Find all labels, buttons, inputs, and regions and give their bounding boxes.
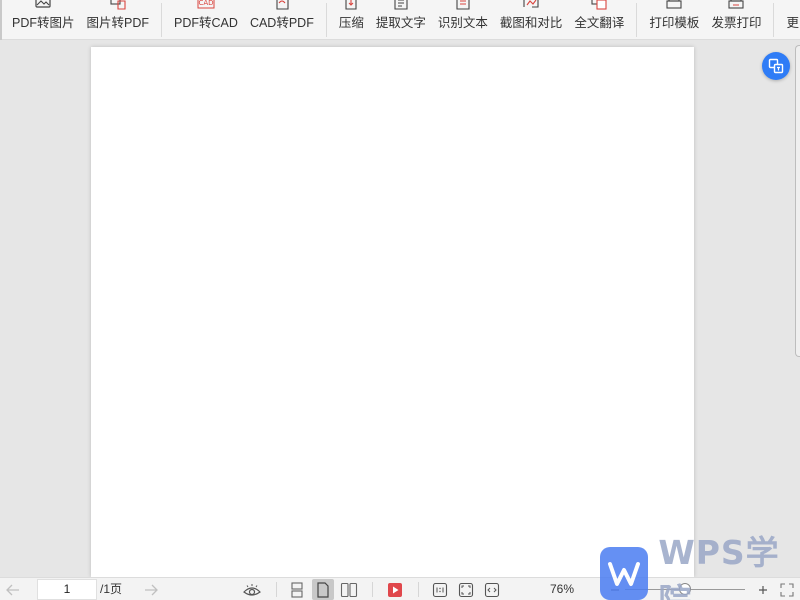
- compress-icon: [345, 0, 357, 10]
- wps-logo-icon: [600, 547, 649, 600]
- side-panel-handle[interactable]: [795, 45, 800, 357]
- image-to-pdf-button[interactable]: 图片转PDF: [81, 0, 156, 39]
- float-assistant-button[interactable]: [762, 52, 790, 80]
- eye-protection-button[interactable]: [242, 578, 262, 600]
- toolbar: PDF转图片 图片转PDF CAD PDF转CAD CAD转PDF 压缩 提取文字 识别文本截…: [0, 0, 800, 40]
- page-total: /1页: [100, 582, 123, 596]
- translate-float-icon: [768, 58, 784, 74]
- toolbar-button-label: PDF转CAD: [174, 16, 238, 30]
- prev-page-button[interactable]: [4, 578, 22, 600]
- eye-icon: [243, 583, 261, 596]
- play-button[interactable]: [385, 578, 405, 600]
- status-separator: [276, 582, 277, 597]
- actual-size-icon: [432, 582, 448, 597]
- toolbar-group: CAD PDF转CAD CAD转PDF: [162, 0, 326, 39]
- pdf-to-image-button[interactable]: PDF转图片: [6, 0, 81, 39]
- actual-size-button[interactable]: [430, 578, 450, 600]
- compress-button[interactable]: 压缩: [333, 0, 370, 39]
- arrow-right-icon: [145, 584, 158, 595]
- extract-text-icon: [394, 0, 408, 10]
- single-page-view-button[interactable]: [312, 579, 334, 600]
- play-icon: [388, 582, 402, 597]
- extract-text-button[interactable]: 提取文字: [370, 0, 432, 39]
- more-apps-button[interactable]: 更多应用: [780, 0, 800, 39]
- invoice-print-icon: [728, 0, 744, 9]
- wps-academy-watermark: WPS学院: [600, 533, 800, 600]
- toolbar-group: 更多应用: [774, 0, 800, 39]
- svg-text:CAD: CAD: [198, 0, 213, 7]
- toolbar-button-label: 提取文字: [375, 16, 426, 30]
- fit-page-icon: [458, 582, 474, 597]
- page-number-input[interactable]: 1: [37, 579, 97, 600]
- print-template-icon: [666, 0, 682, 9]
- toolbar-button-label: PDF转图片: [12, 16, 75, 30]
- invoice-print-button[interactable]: 发票打印: [705, 0, 767, 39]
- cad-pdf-icon: [276, 0, 289, 10]
- ocr-icon: [456, 0, 470, 10]
- toolbar-button-label: 压缩: [338, 16, 364, 30]
- toolbar-button-label: 发票打印: [711, 16, 762, 30]
- fit-page-button[interactable]: [456, 578, 476, 600]
- image-pdf-icon: [110, 0, 126, 10]
- toolbar-groups: PDF转图片 图片转PDF CAD PDF转CAD CAD转PDF 压缩 提取文字 识别文本截…: [0, 0, 800, 39]
- fit-width-button[interactable]: [482, 578, 502, 600]
- continuous-page-icon: [291, 581, 303, 598]
- toolbar-button-label: 图片转PDF: [86, 16, 150, 30]
- cad-to-pdf-button[interactable]: CAD转PDF: [244, 0, 320, 39]
- zoom-level[interactable]: 76%: [540, 578, 584, 600]
- pdf-to-cad-button[interactable]: CAD PDF转CAD: [168, 0, 244, 39]
- document-page[interactable]: [91, 47, 694, 577]
- arrow-left-icon: [6, 584, 19, 595]
- two-page-icon: [340, 582, 358, 597]
- print-template-button[interactable]: 打印模板: [643, 0, 705, 39]
- toolbar-group: PDF转图片 图片转PDF: [0, 0, 161, 39]
- toolbar-button-label: 全文翻译: [574, 16, 625, 30]
- single-page-icon: [317, 581, 329, 598]
- toolbar-button-label: 截图和对比: [499, 16, 563, 30]
- toolbar-button-label: 更多应用: [786, 16, 800, 30]
- recognize-text-button[interactable]: 识别文本: [432, 0, 494, 39]
- toolbar-group: 压缩 提取文字 识别文本 截图和对比 全文翻译: [327, 0, 637, 39]
- status-separator: [372, 582, 373, 597]
- image-icon: [35, 0, 51, 8]
- fit-width-icon: [484, 582, 500, 597]
- next-page-button[interactable]: [142, 578, 160, 600]
- status-separator: [418, 582, 419, 597]
- toolbar-button-label: 识别文本: [437, 16, 488, 30]
- screenshot-icon: [523, 0, 539, 8]
- two-page-view-button[interactable]: [338, 578, 360, 600]
- toolbar-left-edge: [0, 0, 2, 40]
- watermark-text: WPS学院: [658, 532, 780, 600]
- toolbar-group: 打印模板 发票打印: [637, 0, 773, 39]
- continuous-view-button[interactable]: [287, 578, 307, 600]
- toolbar-button-label: 打印模板: [649, 16, 700, 30]
- screenshot-compare-button[interactable]: 截图和对比: [494, 0, 569, 39]
- full-translate-button[interactable]: 全文翻译: [568, 0, 630, 39]
- translate-icon: [591, 0, 607, 10]
- cad-icon: CAD: [197, 0, 215, 9]
- toolbar-button-label: CAD转PDF: [249, 16, 314, 30]
